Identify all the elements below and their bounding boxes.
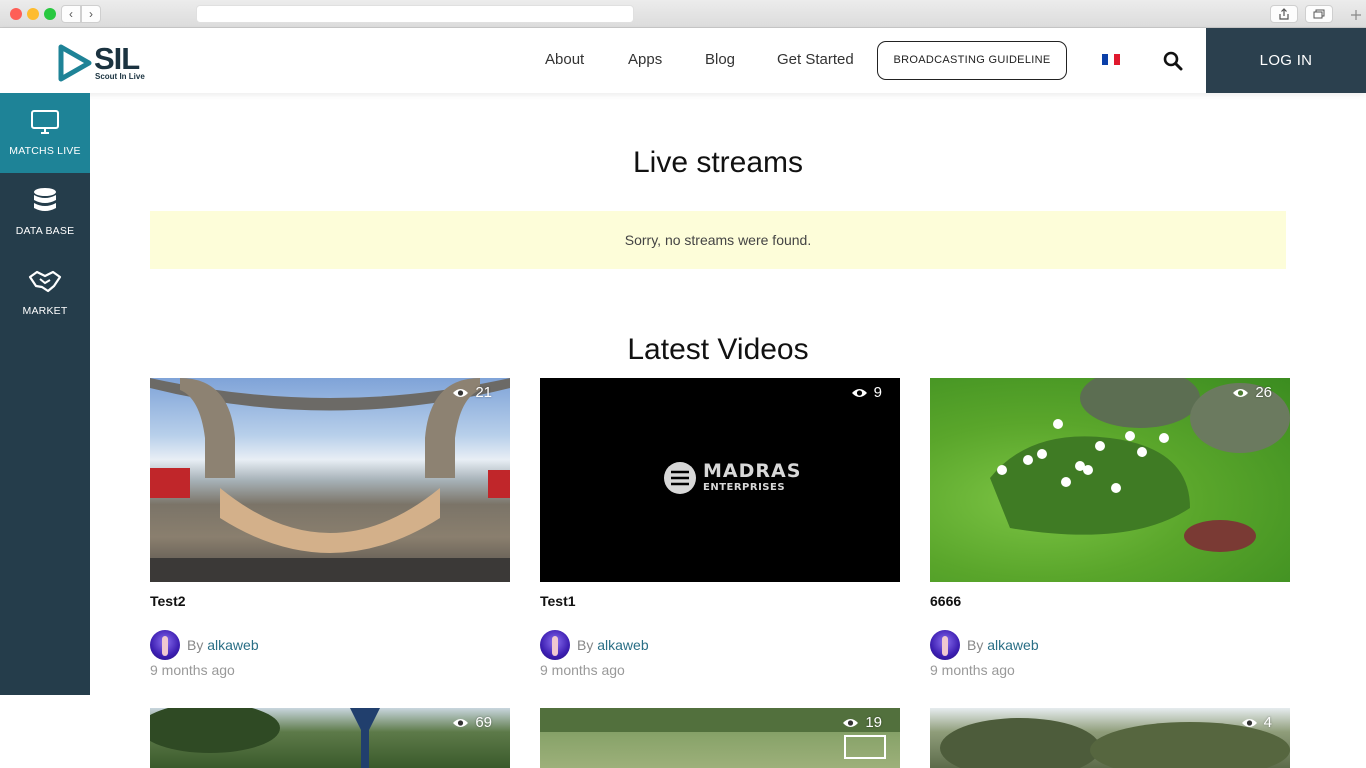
view-count: 21	[452, 384, 492, 401]
video-thumbnail[interactable]: 4	[930, 708, 1290, 768]
view-count: 26	[1232, 384, 1272, 401]
maximize-window-button[interactable]	[44, 8, 56, 20]
by-label: By	[577, 637, 598, 653]
tabs-button[interactable]	[1305, 5, 1333, 23]
video-thumbnail[interactable]: 26	[930, 378, 1290, 582]
logo-subtitle: Scout In Live	[95, 72, 145, 81]
video-title[interactable]: Test2	[150, 593, 186, 609]
close-window-button[interactable]	[10, 8, 22, 20]
new-tab-button[interactable]	[1347, 8, 1365, 26]
thumbnail-logo-subtext: ENTERPRISES	[703, 482, 786, 493]
bridge-panorama-art	[150, 378, 510, 582]
sidebar-item-label: MARKET	[22, 305, 68, 317]
view-count-value: 69	[475, 714, 492, 731]
broadcasting-guideline-button[interactable]: BROADCASTING GUIDELINE	[877, 41, 1067, 80]
nav-blog[interactable]: Blog	[705, 51, 735, 68]
view-count-value: 4	[1263, 714, 1272, 731]
eye-icon	[1233, 388, 1249, 397]
eye-icon	[1241, 718, 1257, 727]
live-streams-title: Live streams	[632, 146, 804, 179]
sidebar-item-label: MATCHS LIVE	[9, 145, 81, 157]
video-title[interactable]: 6666	[930, 593, 961, 609]
view-count-value: 19	[865, 714, 882, 731]
site-header: SIL Scout In Live About Apps Blog Get St…	[0, 28, 1366, 93]
nav-get-started[interactable]: Get Started	[777, 51, 854, 68]
flag-red-stripe	[1114, 54, 1120, 65]
view-count: 9	[851, 384, 882, 401]
thumbnail-logo-text: MADRAS	[703, 460, 802, 482]
share-button[interactable]	[1270, 5, 1298, 23]
eye-icon	[851, 388, 867, 397]
view-count-value: 21	[475, 384, 492, 401]
video-author: By alkaweb	[187, 637, 259, 653]
no-streams-notice: Sorry, no streams were found.	[150, 211, 1286, 269]
logo-text: SIL	[94, 41, 140, 76]
play-logo-icon	[58, 44, 92, 82]
forward-button[interactable]: ›	[81, 5, 101, 23]
video-thumbnail[interactable]: 69	[150, 708, 510, 768]
video-date: 9 months ago	[930, 662, 1015, 678]
eye-icon	[843, 718, 859, 727]
view-count: 19	[842, 714, 882, 731]
eye-icon	[453, 718, 469, 727]
share-icon	[1279, 8, 1289, 20]
view-count-value: 9	[873, 384, 882, 401]
video-thumbnail[interactable]: 19	[540, 708, 900, 768]
view-count: 69	[452, 714, 492, 731]
sidebar: MATCHS LIVE DATA BASE MARKET	[0, 93, 90, 695]
view-count-value: 26	[1255, 384, 1272, 401]
search-icon[interactable]	[1163, 51, 1183, 71]
back-button[interactable]: ‹	[61, 5, 81, 23]
view-count: 4	[1241, 714, 1272, 731]
video-date: 9 months ago	[540, 662, 625, 678]
video-title[interactable]: Test1	[540, 593, 576, 609]
french-flag-icon[interactable]	[1102, 54, 1120, 65]
eye-icon	[453, 388, 469, 397]
park-art	[940, 718, 1290, 768]
avatar[interactable]	[150, 630, 180, 660]
address-bar[interactable]	[196, 5, 634, 23]
author-link[interactable]: alkaweb	[207, 637, 258, 653]
nav-apps[interactable]: Apps	[628, 51, 662, 68]
sidebar-item-market[interactable]: MARKET	[0, 253, 90, 333]
video-author: By alkaweb	[967, 637, 1039, 653]
madras-logo-icon	[664, 462, 696, 494]
monitor-icon	[31, 110, 59, 134]
by-label: By	[187, 637, 208, 653]
nav-about[interactable]: About	[545, 51, 584, 68]
avatar[interactable]	[930, 630, 960, 660]
database-icon	[34, 188, 56, 211]
author-link[interactable]: alkaweb	[987, 637, 1038, 653]
garden-art	[990, 378, 1290, 552]
handshake-icon	[28, 270, 62, 293]
tabs-icon	[1313, 9, 1325, 19]
sidebar-item-data-base[interactable]: DATA BASE	[0, 173, 90, 253]
latest-videos-title: Latest Videos	[627, 333, 809, 366]
sidebar-item-matchs-live[interactable]: MATCHS LIVE	[0, 93, 90, 173]
plus-icon	[1351, 10, 1361, 20]
video-date: 9 months ago	[150, 662, 235, 678]
video-author: By alkaweb	[577, 637, 649, 653]
minimize-window-button[interactable]	[27, 8, 39, 20]
login-button[interactable]: LOG IN	[1206, 28, 1366, 93]
video-thumbnail[interactable]: MADRAS ENTERPRISES 9	[540, 378, 900, 582]
author-link[interactable]: alkaweb	[597, 637, 648, 653]
video-thumbnail[interactable]: 21	[150, 378, 510, 582]
sidebar-item-label: DATA BASE	[15, 225, 75, 237]
by-label: By	[967, 637, 988, 653]
site-logo[interactable]: SIL Scout In Live	[58, 42, 148, 84]
avatar[interactable]	[540, 630, 570, 660]
browser-toolbar: ‹ ›	[0, 0, 1366, 28]
